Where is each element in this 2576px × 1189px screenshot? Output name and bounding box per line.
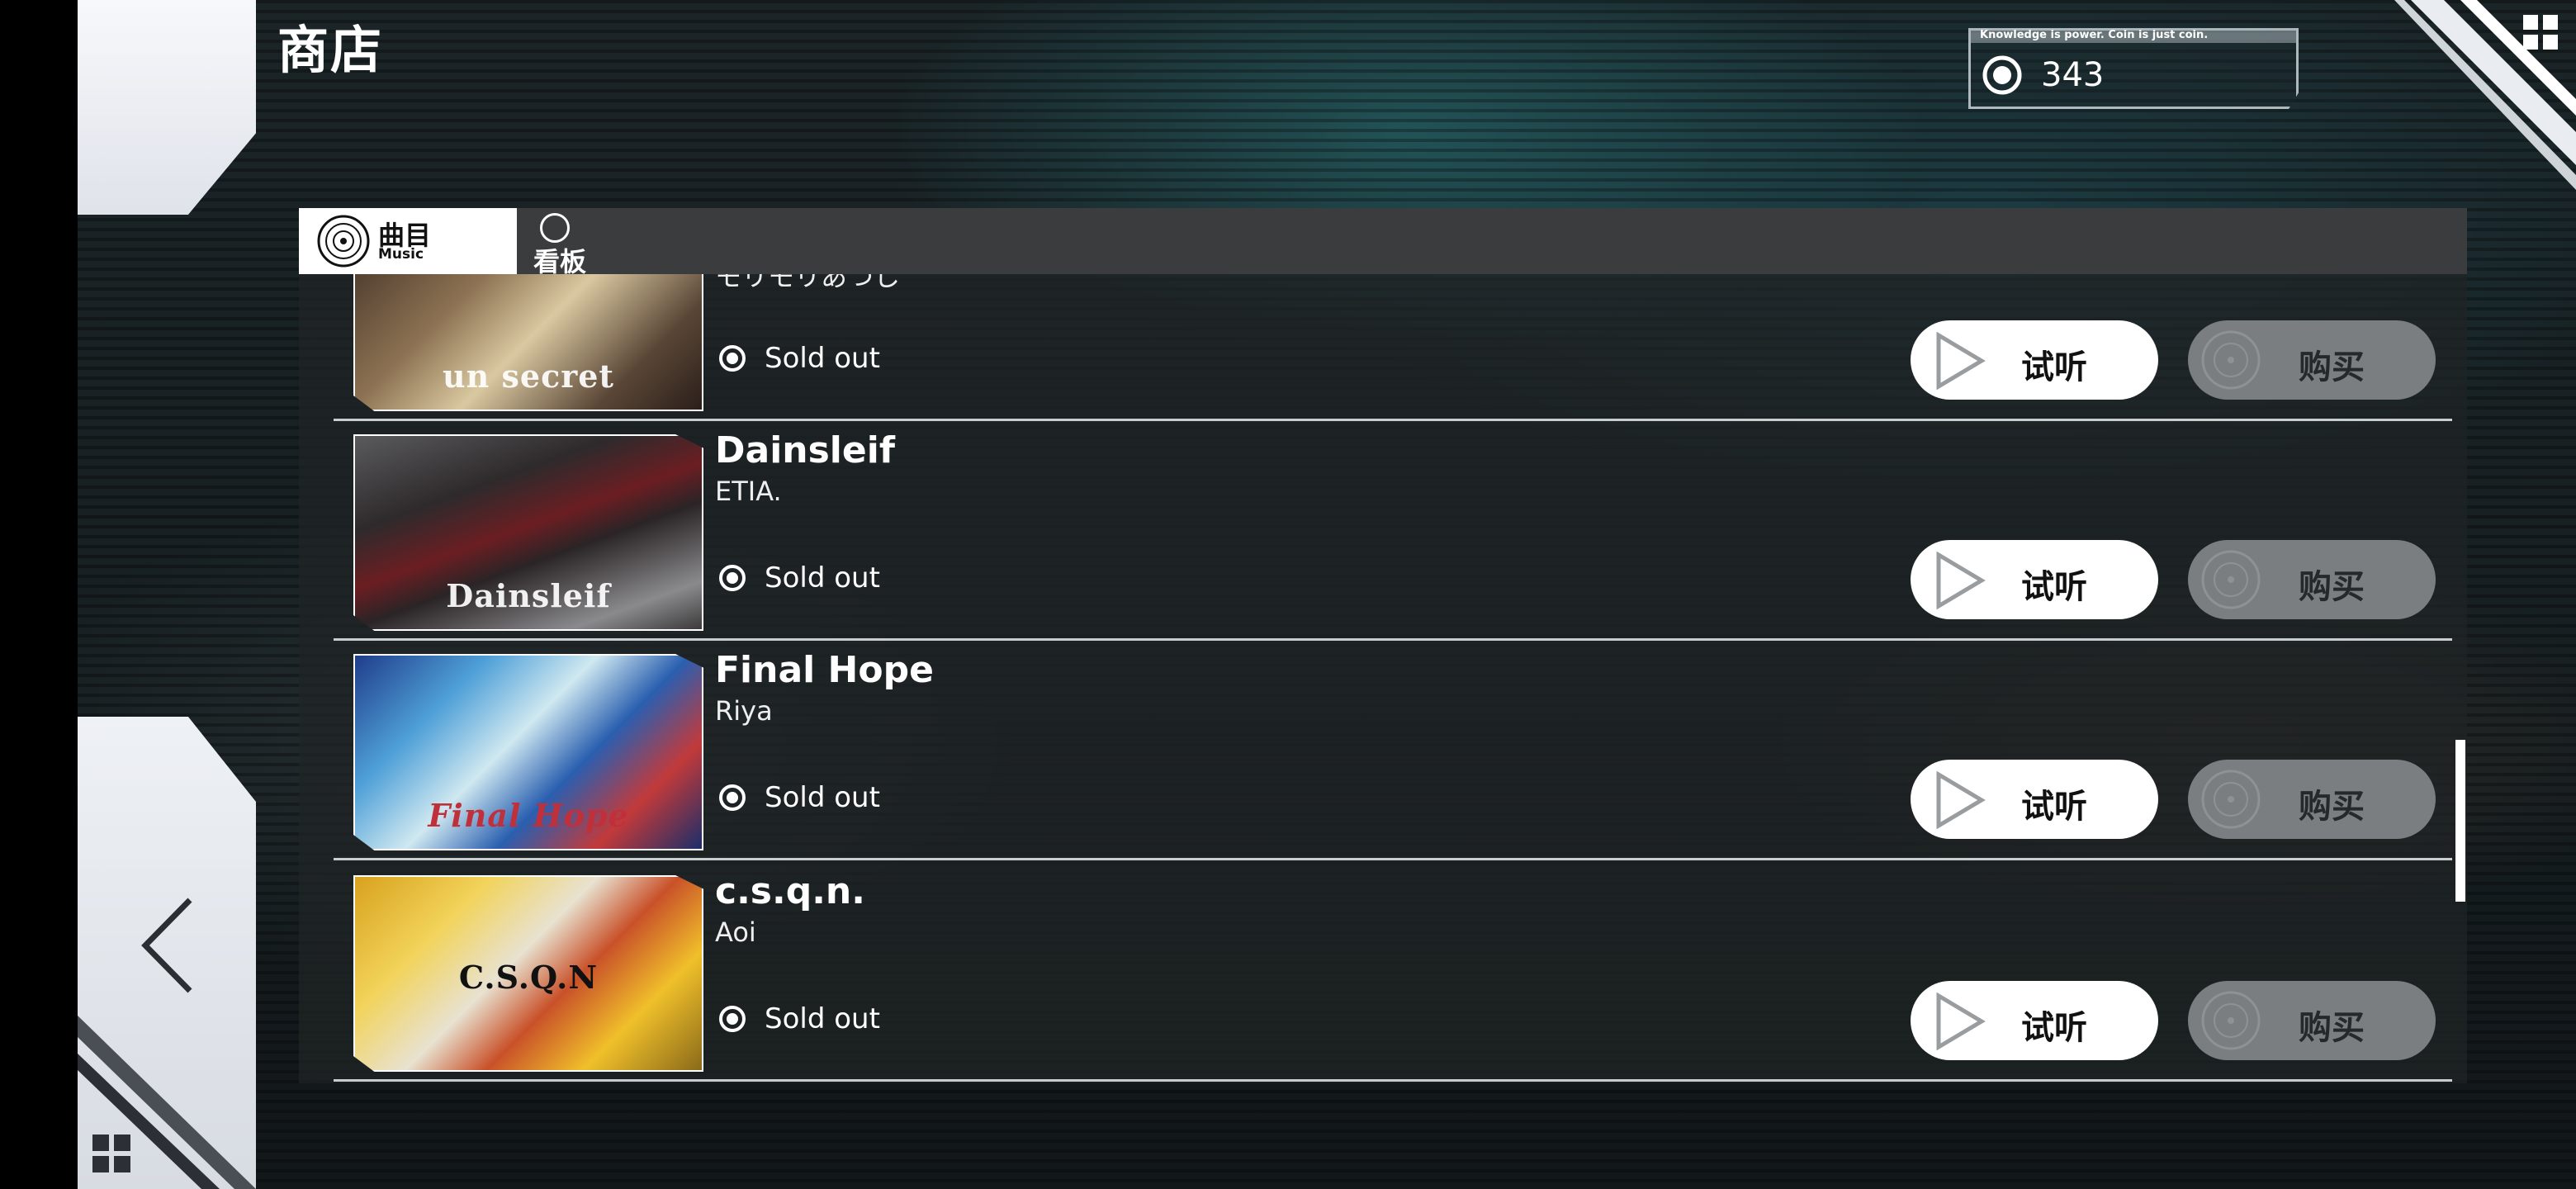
cover-art-text: Final Hope (428, 797, 629, 834)
row-divider (334, 858, 2452, 860)
coin-tagline: Knowledge is power. Coin is just coin. (1970, 28, 2297, 43)
preview-button[interactable]: 试听 (1911, 981, 2158, 1060)
buy-button-label: 购买 (2299, 1009, 2365, 1047)
coin-icon (1982, 55, 2022, 95)
left-edge-bar (0, 0, 78, 1189)
sold-out-status: Sold out (718, 560, 880, 596)
song-title: Dainsleif (715, 429, 895, 471)
coin-value: 343 (2041, 56, 2105, 94)
play-icon (1936, 552, 1986, 609)
sold-out-label: Sold out (765, 561, 880, 594)
tab-music[interactable]: 曲目 Music (299, 208, 517, 274)
sold-out-label: Sold out (765, 781, 880, 814)
grid-menu-icon[interactable] (2523, 15, 2559, 51)
song-row: Final Hope Final Hope Riya Sold out 试听 购… (299, 641, 2467, 860)
song-artist: ETIA. (715, 476, 782, 507)
tab-board-icon (540, 213, 570, 243)
coin-icon (719, 345, 746, 372)
song-cover[interactable]: Final Hope (353, 654, 703, 850)
sold-out-label: Sold out (765, 342, 880, 375)
coin-icon (719, 565, 746, 591)
preview-button-label: 试听 (2021, 348, 2087, 386)
song-cover[interactable]: C.S.Q.N (353, 875, 703, 1072)
song-title: Final Hope (715, 649, 934, 691)
song-artist: モリモリあつし (715, 274, 901, 292)
page-title: 商店 (277, 20, 384, 80)
play-icon (1936, 332, 1986, 390)
song-row: un secret モリモリあつし Sold out 试听 购买 (299, 274, 2467, 421)
play-icon (1936, 771, 1986, 829)
coin-icon (2201, 991, 2261, 1050)
song-row: Dainsleif Dainsleif ETIA. Sold out 试听 购买 (299, 421, 2467, 641)
preview-button-label: 试听 (2021, 568, 2087, 606)
song-cover[interactable]: Dainsleif (353, 434, 703, 631)
song-title: c.s.q.n. (715, 870, 865, 912)
song-row: C.S.Q.N c.s.q.n. Aoi Sold out 试听 购买 (299, 862, 2467, 1082)
buy-button[interactable]: 购买 (2188, 981, 2436, 1060)
sold-out-label: Sold out (765, 1002, 880, 1035)
row-divider (334, 1079, 2452, 1082)
chevron-left-icon[interactable] (124, 892, 215, 999)
coin-icon (719, 784, 746, 811)
sold-out-status: Sold out (718, 779, 880, 816)
coin-icon (2201, 550, 2261, 609)
coin-icon (2201, 770, 2261, 829)
song-cover[interactable]: un secret (353, 274, 703, 411)
sold-out-status: Sold out (718, 1001, 880, 1037)
preview-button-label: 试听 (2021, 1009, 2087, 1047)
preview-button-label: 试听 (2021, 788, 2087, 826)
cover-art-text: Dainsleif (446, 577, 611, 614)
coin-icon (2201, 330, 2261, 390)
buy-button-label: 购买 (2299, 348, 2365, 386)
play-icon (1936, 992, 1986, 1050)
buy-button[interactable]: 购买 (2188, 760, 2436, 839)
cover-art-text: C.S.Q.N (458, 959, 599, 996)
grid-menu-icon[interactable] (92, 1135, 132, 1174)
disc-icon (317, 215, 370, 268)
cover-art-text: un secret (443, 358, 614, 395)
song-artist: Riya (715, 695, 773, 727)
buy-button-label: 购买 (2299, 568, 2365, 606)
buy-button[interactable]: 购买 (2188, 320, 2436, 400)
preview-button[interactable]: 试听 (1911, 760, 2158, 839)
tab-music-sublabel: Music (378, 246, 424, 263)
song-artist: Aoi (715, 917, 756, 948)
scrollbar-thumb[interactable] (2455, 740, 2465, 902)
buy-button-label: 购买 (2299, 788, 2365, 826)
preview-button[interactable]: 试听 (1911, 540, 2158, 619)
tab-board[interactable]: 看板 (533, 208, 632, 277)
coin-icon (719, 1006, 746, 1032)
buy-button[interactable]: 购买 (2188, 540, 2436, 619)
song-list[interactable]: un secret モリモリあつし Sold out 试听 购买 Dainsle… (299, 274, 2467, 1083)
sold-out-status: Sold out (718, 340, 880, 377)
preview-button[interactable]: 试听 (1911, 320, 2158, 400)
